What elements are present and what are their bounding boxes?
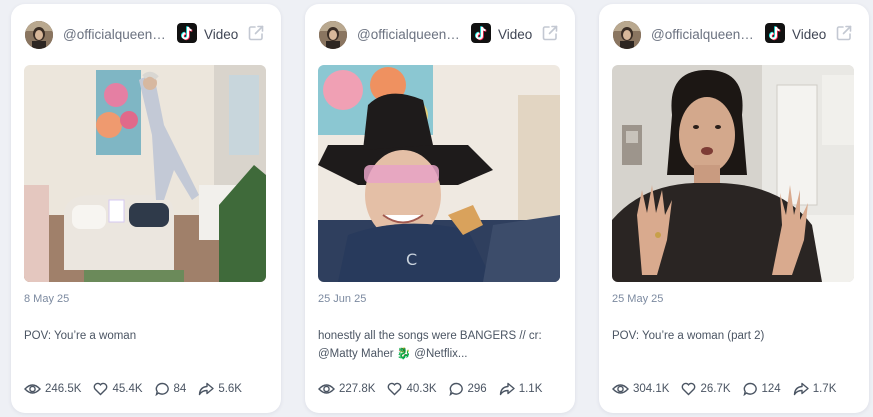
username[interactable]: @officialqueenofbabu (651, 27, 759, 42)
shares-stat: 1.1K (499, 382, 543, 396)
shares-stat: 5.6K (198, 382, 242, 396)
avatar[interactable] (613, 21, 641, 49)
post-card[interactable]: @officialqueenofbabu Video (11, 4, 281, 413)
comments-count: 124 (761, 383, 781, 395)
tiktok-icon (765, 23, 785, 43)
shares-stat: 1.7K (793, 382, 837, 396)
views-count: 304.1K (633, 383, 670, 395)
eye-icon (318, 384, 335, 394)
shares-count: 5.6K (218, 383, 242, 395)
share-icon (793, 382, 809, 396)
post-date: 8 May 25 (24, 293, 70, 305)
post-stats: 246.5K 45.4K 84 5.6K (24, 380, 254, 398)
comments-count: 296 (467, 383, 487, 395)
avatar[interactable] (25, 21, 53, 49)
post-date: 25 Jun 25 (318, 293, 367, 305)
username[interactable]: @officialqueenofbabu (357, 27, 465, 42)
share-icon (499, 382, 515, 396)
post-date: 25 May 25 (612, 293, 664, 305)
comments-stat: 124 (742, 382, 781, 396)
post-stats: 227.8K 40.3K 296 1.1K (318, 380, 554, 398)
eye-icon (612, 384, 629, 394)
video-thumbnail[interactable] (24, 65, 266, 282)
video-thumbnail[interactable] (612, 65, 854, 282)
external-link-icon[interactable] (835, 24, 853, 42)
comments-stat: 296 (448, 382, 487, 396)
heart-icon (94, 382, 108, 396)
comment-icon (154, 382, 169, 396)
comments-stat: 84 (154, 382, 187, 396)
tiktok-icon (177, 23, 197, 43)
post-type-label: Video (204, 27, 239, 42)
likes-stat: 40.3K (387, 382, 437, 396)
svg-text:C: C (406, 250, 417, 269)
likes-stat: 45.4K (93, 382, 143, 396)
comments-count: 84 (173, 383, 187, 395)
card-header: @officialqueenofbabu Video (599, 21, 869, 53)
likes-count: 40.3K (406, 383, 437, 395)
shares-count: 1.7K (812, 383, 837, 395)
share-icon (199, 382, 215, 396)
tiktok-icon (471, 23, 491, 43)
post-stats: 304.1K 26.7K 124 1.7K (612, 380, 848, 398)
views-stat: 246.5K (24, 382, 81, 396)
post-caption: POV: You’re a woman (24, 330, 137, 342)
post-card[interactable]: @officialqueenofbabu Video (305, 4, 575, 413)
post-caption: POV: You’re a woman (part 2) (612, 330, 765, 342)
username[interactable]: @officialqueenofbabu (63, 27, 171, 42)
likes-count: 26.7K (700, 383, 731, 395)
views-stat: 304.1K (612, 382, 669, 396)
card-header: @officialqueenofbabu Video (11, 21, 281, 53)
heart-icon (388, 382, 402, 396)
views-count: 227.8K (339, 383, 376, 395)
heart-icon (682, 382, 696, 396)
comment-icon (448, 382, 463, 396)
views-count: 246.5K (45, 383, 82, 395)
likes-stat: 26.7K (681, 382, 731, 396)
shares-count: 1.1K (518, 383, 543, 395)
external-link-icon[interactable] (247, 24, 265, 42)
comment-icon (742, 382, 757, 396)
eye-icon (24, 384, 41, 394)
likes-count: 45.4K (112, 383, 143, 395)
avatar[interactable] (319, 21, 347, 49)
post-type-label: Video (792, 27, 827, 42)
external-link-icon[interactable] (541, 24, 559, 42)
video-thumbnail[interactable]: C (318, 65, 560, 282)
card-header: @officialqueenofbabu Video (305, 21, 575, 53)
post-type-label: Video (498, 27, 533, 42)
views-stat: 227.8K (318, 382, 375, 396)
post-caption: honestly all the songs were BANGERS // c… (318, 330, 542, 360)
post-card[interactable]: @officialqueenofbabu Video (599, 4, 869, 413)
